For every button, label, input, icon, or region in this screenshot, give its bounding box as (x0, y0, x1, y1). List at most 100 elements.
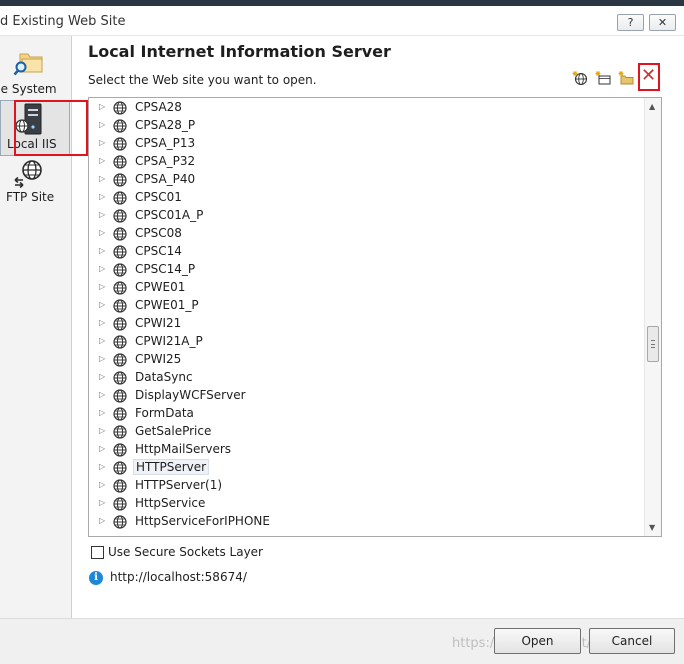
ssl-checkbox-label: Use Secure Sockets Layer (108, 545, 263, 559)
selected-url: http://localhost:58674/ (110, 570, 247, 584)
tree-item-label: HTTPServer(1) (135, 478, 223, 492)
expand-arrow-icon[interactable]: ▷ (99, 498, 105, 507)
expand-arrow-icon[interactable]: ▷ (99, 192, 105, 201)
scroll-thumb[interactable] (647, 326, 659, 362)
highlight-box-local-iis (14, 100, 88, 156)
tree-item[interactable]: ▷ CPWI21 (89, 315, 645, 333)
expand-arrow-icon[interactable]: ▷ (99, 444, 105, 453)
expand-arrow-icon[interactable]: ▷ (99, 516, 105, 525)
globe-icon (113, 137, 127, 151)
globe-icon (113, 245, 127, 259)
globe-icon (113, 335, 127, 349)
expand-arrow-icon[interactable]: ▷ (99, 426, 105, 435)
tree-item[interactable]: ▷ HttpServiceForIPHONE (89, 513, 645, 531)
sidebar-item-ftp-site[interactable]: FTP Site (0, 156, 70, 212)
globe-icon (113, 497, 127, 511)
sidebar-item-file-system[interactable]: ile System (0, 42, 70, 98)
tree-item[interactable]: ▷ CPSC14 (89, 243, 645, 261)
globe-icon (113, 299, 127, 313)
expand-arrow-icon[interactable]: ▷ (99, 300, 105, 309)
tree-item-label: DataSync (135, 370, 193, 384)
expand-arrow-icon[interactable]: ▷ (99, 354, 105, 363)
globe-icon (113, 191, 127, 205)
tree-item-label: CPWI21A_P (135, 334, 203, 348)
expand-arrow-icon[interactable]: ▷ (99, 210, 105, 219)
tree-item-label: CPSC08 (135, 226, 182, 240)
tree-item[interactable]: ▷ HTTPServer (89, 459, 645, 477)
website-tree[interactable]: ▷ CPSA28 ▷ CPSA28_P ▷ CPSA_P13 ▷ CPSA_P32 ▷ CPSA_… (88, 97, 662, 537)
expand-arrow-icon[interactable]: ▷ (99, 480, 105, 489)
tree-item[interactable]: ▷ CPSC01A_P (89, 207, 645, 225)
tree-item-label: CPWE01_P (135, 298, 199, 312)
expand-arrow-icon[interactable]: ▷ (99, 102, 105, 111)
scroll-down-arrow[interactable]: ▼ (649, 523, 655, 532)
tree-item-label: CPSC01 (135, 190, 182, 204)
tree-item[interactable]: ▷ CPWI25 (89, 351, 645, 369)
tree-item[interactable]: ▷ CPWI21A_P (89, 333, 645, 351)
tree-item[interactable]: ▷ HttpMailServers (89, 441, 645, 459)
tree-item-label: CPSC14_P (135, 262, 196, 276)
expand-arrow-icon[interactable]: ▷ (99, 228, 105, 237)
expand-arrow-icon[interactable]: ▷ (99, 174, 105, 183)
tree-item[interactable]: ▷ CPSC01 (89, 189, 645, 207)
tree-item-label: CPSC14 (135, 244, 182, 258)
tree-item[interactable]: ▷ CPSC14_P (89, 261, 645, 279)
tree-vertical-scrollbar[interactable]: ▲ ▼ (644, 98, 661, 536)
tree-item[interactable]: ▷ CPSC08 (89, 225, 645, 243)
tree-item[interactable]: ▷ CPSA_P13 (89, 135, 645, 153)
expand-arrow-icon[interactable]: ▷ (99, 264, 105, 273)
expand-arrow-icon[interactable]: ▷ (99, 282, 105, 291)
expand-arrow-icon[interactable]: ▷ (99, 336, 105, 345)
tree-item[interactable]: ▷ GetSalePrice (89, 423, 645, 441)
expand-arrow-icon[interactable]: ▷ (99, 318, 105, 327)
open-button[interactable]: Open (494, 628, 581, 654)
ssl-checkbox[interactable] (91, 546, 104, 559)
scroll-up-arrow[interactable]: ▲ (649, 102, 655, 111)
tree-item-label: FormData (135, 406, 194, 420)
tree-item[interactable]: ▷ FormData (89, 405, 645, 423)
globe-icon (113, 173, 127, 187)
globe-icon (113, 227, 127, 241)
sidebar-item-label: ile System (0, 82, 57, 96)
delete-icon[interactable]: ✕ (641, 66, 656, 86)
globe-icon (113, 101, 127, 115)
tree-item[interactable]: ▷ CPSA28 (89, 99, 645, 117)
expand-arrow-icon[interactable]: ▷ (99, 120, 105, 129)
expand-arrow-icon[interactable]: ▷ (99, 390, 105, 399)
tree-item[interactable]: ▷ CPSA_P40 (89, 171, 645, 189)
tree-item-label: HttpService (135, 496, 206, 510)
globe-icon (113, 425, 127, 439)
expand-arrow-icon[interactable]: ▷ (99, 246, 105, 255)
tree-item[interactable]: ▷ CPSA_P32 (89, 153, 645, 171)
tree-item[interactable]: ▷ DataSync (89, 369, 645, 387)
expand-arrow-icon[interactable]: ▷ (99, 462, 105, 471)
tree-item-label: CPSA28 (135, 100, 182, 114)
expand-arrow-icon[interactable]: ▷ (99, 138, 105, 147)
tree-item-label: CPWI25 (135, 352, 182, 366)
sidebar-item-label: FTP Site (6, 190, 55, 204)
tree-item-label: CPSA_P13 (135, 136, 196, 150)
close-window-button[interactable]: ✕ (649, 14, 676, 31)
tree-item[interactable]: ▷ CPSA28_P (89, 117, 645, 135)
tree-item-label: DisplayWCFServer (135, 388, 246, 402)
tree-item[interactable]: ▷ HTTPServer(1) (89, 477, 645, 495)
tree-item[interactable]: ▷ CPWE01 (89, 279, 645, 297)
globe-icon (113, 263, 127, 277)
cancel-button[interactable]: Cancel (589, 628, 675, 654)
expand-arrow-icon[interactable]: ▷ (99, 372, 105, 381)
new-web-application-icon[interactable] (572, 70, 588, 86)
window-title: d Existing Web Site (0, 14, 126, 29)
tree-item-label: HttpServiceForIPHONE (135, 514, 270, 528)
new-folder-icon[interactable] (618, 70, 634, 86)
tree-item[interactable]: ▷ HttpService (89, 495, 645, 513)
new-virtual-directory-icon[interactable] (595, 70, 611, 86)
tree-item[interactable]: ▷ DisplayWCFServer (89, 387, 645, 405)
tree-item[interactable]: ▷ CPWE01_P (89, 297, 645, 315)
folder-search-icon (13, 53, 43, 76)
globe-icon (113, 317, 127, 331)
expand-arrow-icon[interactable]: ▷ (99, 408, 105, 417)
tree-item-label: CPSA28_P (135, 118, 196, 132)
help-button[interactable]: ? (617, 14, 644, 31)
globe-icon (113, 155, 127, 169)
expand-arrow-icon[interactable]: ▷ (99, 156, 105, 165)
